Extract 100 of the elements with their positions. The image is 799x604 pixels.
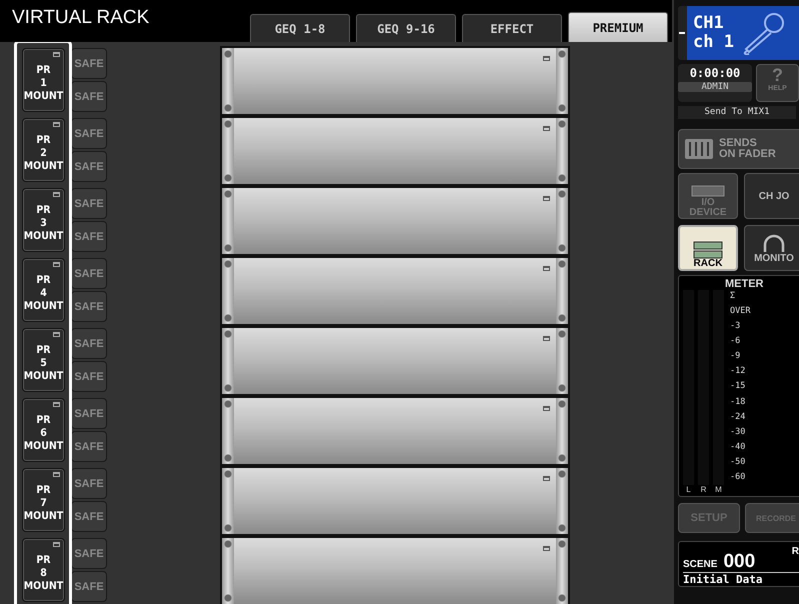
faders-icon [685,139,713,159]
mount-button[interactable]: PR 6 MOUNT [22,398,65,462]
meter-scale-label: -18 [730,396,746,409]
popup-icon [53,262,60,267]
safe-button[interactable]: SAFE [71,501,107,532]
rack-slot[interactable] [220,536,570,604]
safe-button[interactable]: SAFE [71,571,107,602]
safe-button[interactable]: SAFE [71,291,107,322]
mount-button[interactable]: PR 4 MOUNT [22,258,65,322]
meter-scale-label: -12 [730,365,746,378]
safe-button[interactable]: SAFE [71,151,107,182]
rack-ear [556,258,568,324]
scene-flag-label: R [792,546,799,557]
rack-ear [556,538,568,604]
window-title: VIRTUAL RACK [12,7,150,29]
rack-ear [556,468,568,534]
meter-scale-label: -9 [730,350,742,364]
mount-button[interactable]: PR 7 MOUNT [22,468,65,532]
meter-scale-label: Σ [730,290,736,303]
send-to-label: Send To MIX1 [678,106,796,119]
popup-icon [53,332,60,337]
safe-button[interactable]: SAFE [71,221,107,252]
tab[interactable]: GEQ 1-8 [250,14,350,42]
meter-channel-label: R [700,485,706,494]
rack-ear [222,188,234,254]
rack-ear [222,48,234,114]
tab[interactable]: GEQ 9-16 [356,14,456,42]
minus-icon [679,32,685,34]
safe-button[interactable]: SAFE [71,48,107,79]
rack-ear [556,328,568,394]
rack-ear [222,328,234,394]
mount-button[interactable]: PR 8 MOUNT [22,538,65,602]
rack-slot[interactable] [220,256,570,326]
tab[interactable]: PREMIUM [568,12,668,42]
safe-button[interactable]: SAFE [71,118,107,149]
safe-button[interactable]: SAFE [71,361,107,392]
popup-icon [543,126,550,131]
popup-icon [543,546,550,551]
nav-button[interactable]: CH JO [744,173,799,219]
scene-name: Initial Data [683,573,764,586]
rack-slot[interactable] [220,326,570,396]
tab[interactable]: EFFECT [462,14,562,42]
rack-slot[interactable] [220,116,570,186]
rack-slot[interactable] [220,466,570,536]
safe-button[interactable]: SAFE [71,468,107,499]
rack-ear [222,118,234,184]
mount-button[interactable]: PR 2 MOUNT [22,118,65,182]
safe-button[interactable]: SAFE [71,188,107,219]
popup-icon [543,56,550,61]
scene-number: 000 [723,552,756,572]
popup-icon [543,476,550,481]
popup-icon [543,196,550,201]
meter-scale-label: -3 [730,320,742,334]
safe-button[interactable]: SAFE [71,258,107,289]
popup-icon [53,402,60,407]
scene-label: SCENE [683,559,718,570]
meter-scale-label: OVER [730,305,750,318]
popup-icon [543,266,550,271]
rack-ear [222,258,234,324]
safe-button[interactable]: SAFE [71,328,107,359]
popup-icon [53,52,60,57]
meter-channel-label: M [715,485,722,494]
nav-button[interactable]: MONITO [744,225,799,271]
rack-ear [222,538,234,604]
rack-ear [222,468,234,534]
popup-icon [543,406,550,411]
rack-icon [693,241,723,259]
device-icon [690,184,726,198]
popup-icon [53,192,60,197]
meter-scale-label: -50 [730,456,746,469]
popup-icon [53,122,60,127]
mount-button[interactable]: PR 1 MOUNT [22,48,65,112]
rack-slot[interactable] [220,46,570,116]
rack-ear [556,118,568,184]
meter-scale-label: -40 [730,440,746,454]
rack-ear [556,398,568,464]
popup-icon [53,472,60,477]
popup-icon [53,542,60,547]
rack-ear [556,48,568,114]
meter-scale-label: -15 [730,380,746,394]
nav-button[interactable]: RACK [678,225,738,271]
rack-slot[interactable] [220,396,570,466]
meter-scale-label: -60 [730,470,746,484]
safe-button[interactable]: SAFE [71,81,107,112]
meter-channel-label: L [686,485,691,494]
safe-button[interactable]: SAFE [71,398,107,429]
popup-icon [543,336,550,341]
time-display: 0:00:00 ADMIN [678,64,752,102]
meter-scale-label: -6 [730,335,742,348]
mount-button[interactable]: PR 5 MOUNT [22,328,65,392]
rack-ear [556,188,568,254]
rack-slot[interactable] [220,186,570,256]
rack-ear [222,398,234,464]
mount-button[interactable]: PR 3 MOUNT [22,188,65,252]
meter-scale-label: -30 [730,426,746,439]
safe-button[interactable]: SAFE [71,431,107,462]
safe-button[interactable]: SAFE [71,538,107,569]
sends-on-fader-button[interactable]: SENDS ON FADER [678,129,799,169]
meter-scale-label: -24 [730,410,746,424]
headphones-icon [761,234,787,254]
